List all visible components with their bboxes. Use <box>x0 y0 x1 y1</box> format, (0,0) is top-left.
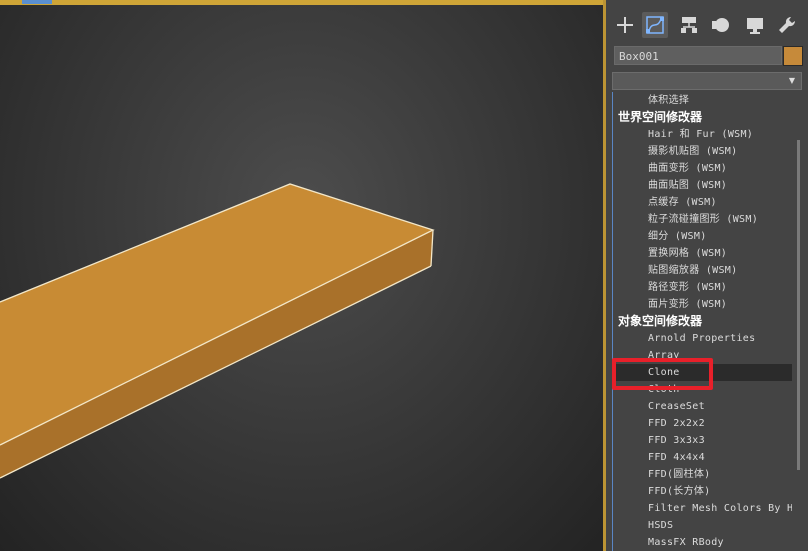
modifier-list-item[interactable]: MassFX RBody <box>613 534 793 551</box>
object-color-swatch[interactable] <box>783 46 803 66</box>
modifier-list: 体积选择 世界空间修改器 Hair 和 Fur (WSM) 摄影机贴图 (WSM) 曲面… <box>612 92 793 551</box>
modifier-list-item[interactable]: Arnold Properties <box>613 330 793 347</box>
modifier-list-item[interactable]: 摄影机贴图 (WSM) <box>613 143 793 160</box>
plus-icon <box>617 17 633 33</box>
perspective-viewport[interactable] <box>0 0 605 551</box>
hierarchy-icon <box>681 17 697 33</box>
chevron-down-icon: ▼ <box>788 76 795 85</box>
modifier-list-item[interactable]: 曲面贴图 (WSM) <box>613 177 793 194</box>
modifier-category-header: 世界空间修改器 <box>618 110 703 124</box>
command-panel-tabs <box>606 0 808 42</box>
motion-icon <box>712 18 729 32</box>
modifier-list-item[interactable]: FFD 3x3x3 <box>613 432 793 449</box>
box-top-face <box>0 184 433 445</box>
modify-tab[interactable] <box>642 12 668 38</box>
modifier-list-item[interactable]: 细分 (WSM) <box>613 228 793 245</box>
wrench-icon <box>779 16 796 33</box>
object-name-field[interactable]: Box001 <box>614 46 782 65</box>
modifier-list-item[interactable]: 面片变形 (WSM) <box>613 296 793 313</box>
modifier-list-item[interactable]: FFD(长方体) <box>613 483 793 500</box>
scrollbar-thumb[interactable] <box>797 140 800 470</box>
command-panel: Box001 ▼ 体积选择 世界空间修改器 Hair 和 Fur (WSM) 摄影机贴… <box>606 0 808 551</box>
display-tab[interactable] <box>742 12 768 38</box>
modifier-list-item[interactable]: FFD(圆柱体) <box>613 466 793 483</box>
box-object[interactable] <box>0 0 605 551</box>
modifier-list-item[interactable]: CreaseSet <box>613 398 793 415</box>
modifier-list-scrollbar[interactable] <box>792 92 804 551</box>
modifier-list-item[interactable]: 体积选择 <box>613 92 793 109</box>
motion-tab[interactable] <box>708 12 734 38</box>
modifier-category-header: 对象空间修改器 <box>618 314 703 328</box>
modifier-list-item[interactable]: Hair 和 Fur (WSM) <box>613 126 793 143</box>
display-monitor-icon <box>747 18 763 34</box>
modifier-list-item[interactable]: HSDS <box>613 517 793 534</box>
modifier-list-item[interactable]: 点缓存 (WSM) <box>613 194 793 211</box>
modifier-list-item[interactable]: 置换网格 (WSM) <box>613 245 793 262</box>
modifier-list-item[interactable]: Filter Mesh Colors By H <box>613 500 793 517</box>
modifier-list-dropdown[interactable]: ▼ <box>612 72 802 90</box>
modifier-list-item[interactable]: 路径变形 (WSM) <box>613 279 793 296</box>
modifier-list-item[interactable]: 曲面变形 (WSM) <box>613 160 793 177</box>
modifier-list-item[interactable]: 粒子流碰撞图形 (WSM) <box>613 211 793 228</box>
modifier-list-item[interactable]: 贴图缩放器 (WSM) <box>613 262 793 279</box>
modifier-list-item[interactable]: FFD 2x2x2 <box>613 415 793 432</box>
utilities-tab[interactable] <box>774 12 800 38</box>
annotation-highlight-box <box>612 358 713 390</box>
hierarchy-tab[interactable] <box>676 12 702 38</box>
create-tab[interactable] <box>612 12 638 38</box>
modifier-list-item[interactable]: FFD 4x4x4 <box>613 449 793 466</box>
modify-curve-icon <box>646 16 664 34</box>
